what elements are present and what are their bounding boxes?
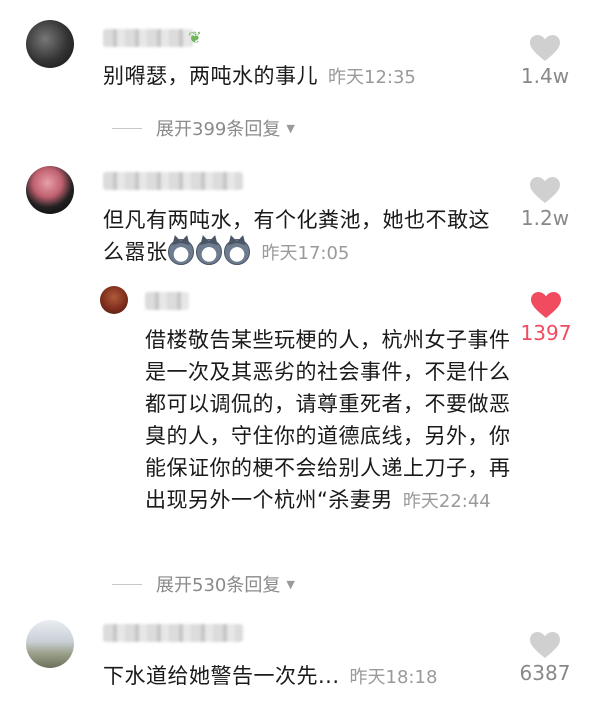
avatar[interactable]: [26, 20, 74, 68]
like-count: 1.2w: [520, 206, 570, 230]
divider: [112, 127, 142, 129]
comment-text: 别嘚瑟，两吨水的事儿 昨天12:35: [103, 60, 416, 94]
heart-icon: [530, 632, 560, 658]
like-count: 1.4w: [520, 64, 570, 88]
comment-text: 但凡有两吨水，有个化粪池，她也不敢这么嚣张 昨天17:05: [103, 204, 498, 270]
comment-body: 别嘚瑟，两吨水的事儿: [103, 64, 318, 88]
heart-icon: [530, 35, 560, 61]
caret-down-icon: ▼: [286, 577, 295, 591]
comment-text: 下水道给她警告一次先... 昨天18:18: [103, 660, 437, 694]
like-button[interactable]: 1397: [516, 291, 576, 345]
comment-time: 昨天18:18: [349, 667, 438, 688]
username-blurred[interactable]: [145, 292, 189, 310]
like-count: 6387: [519, 661, 571, 685]
expand-label: 展开399条回复: [156, 119, 281, 140]
username-blurred[interactable]: [103, 172, 243, 190]
husky-emoji-icon: [223, 239, 250, 265]
heart-icon: [530, 177, 560, 203]
username-blurred[interactable]: [103, 624, 243, 642]
comment-time: 昨天17:05: [261, 243, 350, 264]
expand-replies[interactable]: 展开530条回复 ▼: [112, 571, 295, 597]
comment-time: 昨天12:35: [328, 67, 416, 88]
expand-replies[interactable]: 展开399条回复 ▼: [112, 115, 295, 141]
avatar[interactable]: [26, 166, 74, 214]
caret-down-icon: ▼: [286, 121, 295, 135]
expand-label: 展开530条回复: [156, 575, 281, 596]
avatar[interactable]: [26, 620, 74, 668]
husky-emoji-icon: [167, 239, 194, 265]
comment-body: 下水道给她警告一次先...: [103, 664, 340, 688]
husky-emoji-icon: [195, 239, 222, 265]
comment-body: 借楼敬告某些玩梗的人，杭州女子事件是一次及其恶劣的社会事件，不是什么都可以调侃的…: [145, 328, 511, 512]
like-count: 1397: [520, 321, 572, 345]
like-button[interactable]: 6387: [515, 631, 575, 685]
leaf-badge-icon: ❦: [188, 28, 202, 47]
reply-text: 借楼敬告某些玩梗的人，杭州女子事件是一次及其恶劣的社会事件，不是什么都可以调侃的…: [145, 324, 513, 518]
heart-icon: [531, 292, 561, 318]
divider: [112, 583, 142, 585]
comment-time: 昨天22:44: [402, 491, 491, 512]
username-blurred[interactable]: [103, 29, 193, 47]
like-button[interactable]: 1.2w: [515, 176, 575, 230]
like-button[interactable]: 1.4w: [515, 34, 575, 88]
avatar[interactable]: [100, 286, 128, 314]
